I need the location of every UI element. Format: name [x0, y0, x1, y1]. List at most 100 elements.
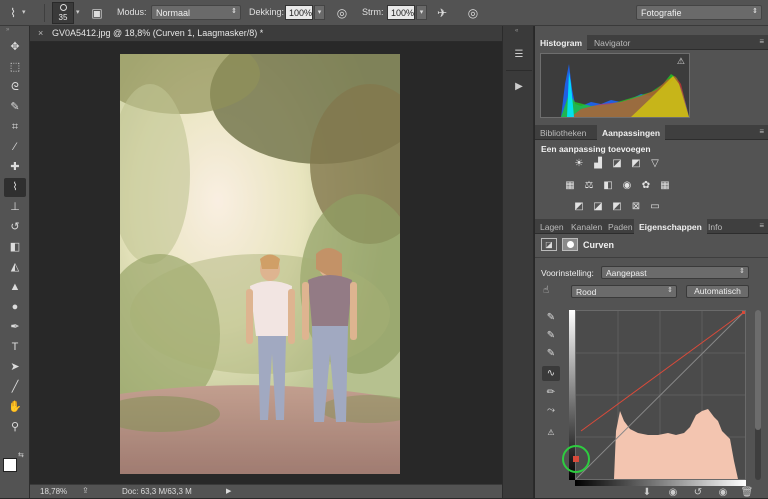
mode-select[interactable]: Normaal ⇕	[151, 5, 241, 20]
flow-field[interactable]: 100%	[387, 5, 415, 20]
stamp-tool-icon[interactable]: ⊥	[4, 198, 26, 217]
zoom-tool-icon[interactable]: ⚲	[4, 418, 26, 437]
scrollbar[interactable]	[755, 310, 761, 480]
panel-menu-icon[interactable]: ≡	[759, 127, 764, 136]
black-point-eyedropper-icon[interactable]: ✎	[542, 310, 560, 325]
line-tool-icon[interactable]: ╱	[4, 378, 26, 397]
reset-icon[interactable]: ↺	[690, 487, 706, 499]
view-previous-state-icon[interactable]: ◉	[665, 487, 681, 499]
black-white-icon[interactable]: ◧	[601, 180, 615, 192]
trash-icon[interactable]: 🗑	[739, 487, 755, 499]
tab-properties[interactable]: Eigenschappen	[634, 219, 707, 234]
swap-colors-icon[interactable]: ⇆	[18, 451, 24, 459]
control-point-highlight[interactable]	[562, 445, 590, 473]
curve-control-point[interactable]	[573, 456, 579, 462]
tab-libraries[interactable]: Bibliotheken	[535, 125, 591, 140]
tab-channels[interactable]: Kanalen	[566, 219, 607, 234]
posterize-icon[interactable]: ◪	[591, 201, 605, 213]
eyedropper-tool-icon[interactable]: ⁄	[4, 138, 26, 157]
clipping-warning-icon[interactable]: ⚠	[542, 425, 560, 440]
flow-dropdown-icon[interactable]: ▾	[416, 5, 427, 20]
photo-filter-icon[interactable]: ◉	[620, 180, 634, 192]
clip-to-layer-icon[interactable]: ⬇	[639, 487, 655, 499]
type-tool-icon[interactable]: T	[4, 338, 26, 357]
layer-mask-icon[interactable]	[562, 238, 578, 251]
opacity-label: Dekking:	[249, 7, 285, 17]
preset-select[interactable]: Aangepast ⇕	[601, 266, 749, 279]
auto-button[interactable]: Automatisch	[686, 285, 749, 298]
channel-select[interactable]: Rood ⇕	[571, 285, 677, 298]
document-tab[interactable]: × GV0A5412.jpg @ 18,8% (Curven 1, Laagma…	[30, 26, 502, 42]
smooth-curve-icon[interactable]: ⤳	[542, 403, 560, 418]
path-select-tool-icon[interactable]: ➤	[4, 358, 26, 377]
quick-select-tool-icon[interactable]: ✎	[4, 98, 26, 117]
history-brush-tool-icon[interactable]: ↺	[4, 218, 26, 237]
tab-layers[interactable]: Lagen	[535, 219, 569, 234]
panel-menu-icon[interactable]: ≡	[759, 221, 764, 230]
color-lookup-icon[interactable]: ▦	[658, 180, 672, 192]
pencil-draw-icon[interactable]: ✏	[542, 385, 560, 400]
bucket-tool-icon[interactable]: ◭	[4, 258, 26, 277]
brush-size-chevron-icon[interactable]: ▾	[76, 8, 80, 16]
workspace-select[interactable]: Fotografie ⇕	[636, 5, 762, 20]
zoom-level[interactable]: 18,78%	[40, 487, 67, 496]
pen-tool-icon[interactable]: ✒	[4, 318, 26, 337]
marquee-tool-icon[interactable]: ⬚	[4, 58, 26, 77]
brush-tool-icon[interactable]: ⌇	[4, 178, 26, 197]
share-icon[interactable]: ⇪	[82, 486, 89, 495]
tab-histogram[interactable]: Histogram	[535, 35, 588, 50]
document-photo[interactable]	[120, 54, 400, 474]
healing-tool-icon[interactable]: ✚	[4, 158, 26, 177]
curves-icon[interactable]: ◪	[610, 158, 624, 170]
brush-preset-icon[interactable]: ⌇	[4, 4, 22, 22]
white-point-eyedropper-icon[interactable]: ✎	[542, 346, 560, 361]
hand-tool-icon[interactable]: ✋	[4, 398, 26, 417]
exposure-icon[interactable]: ◩	[629, 158, 643, 170]
history-icon[interactable]: ☰	[508, 46, 530, 64]
eraser-tool-icon[interactable]: ◧	[4, 238, 26, 257]
dodge-tool-icon[interactable]: ●	[4, 298, 26, 317]
brush-size-picker[interactable]: 35	[52, 2, 74, 24]
scrollbar-thumb[interactable]	[755, 310, 761, 430]
brush-preset-chevron-icon[interactable]: ▾	[22, 8, 26, 16]
hue-saturation-icon[interactable]: ▦	[563, 180, 577, 192]
tab-navigator[interactable]: Navigator	[589, 35, 635, 50]
close-tab-icon[interactable]: ×	[38, 28, 43, 38]
visibility-icon[interactable]: ◉	[715, 487, 731, 499]
crop-tool-icon[interactable]: ⌗	[4, 118, 26, 137]
airbrush-icon[interactable]: ✈	[433, 4, 451, 22]
pressure-size-icon[interactable]: ◎	[464, 4, 482, 22]
separator	[506, 70, 532, 71]
gray-point-eyedropper-icon[interactable]: ✎	[542, 328, 560, 343]
curve-points-tool-icon[interactable]: ∿	[542, 366, 560, 381]
selective-color-icon[interactable]: ⊠	[629, 201, 643, 213]
invert-icon[interactable]: ◩	[572, 201, 586, 213]
opacity-field[interactable]: 100%	[285, 5, 313, 20]
curves-graph[interactable]	[575, 310, 746, 480]
color-balance-icon[interactable]: ⚖	[582, 180, 596, 192]
panel-menu-icon[interactable]: ≡	[759, 37, 764, 46]
tab-info[interactable]: Info	[703, 219, 727, 234]
on-image-adjust-icon[interactable]: ☝	[543, 285, 549, 296]
blur-tool-icon[interactable]: ▲	[4, 278, 26, 297]
vibrance-icon[interactable]: ▽	[648, 158, 662, 170]
brightness-contrast-icon[interactable]: ☀	[572, 158, 586, 170]
lasso-tool-icon[interactable]: ᘓ	[4, 78, 26, 97]
move-tool-icon[interactable]: ✥	[4, 38, 26, 57]
opacity-dropdown-icon[interactable]: ▾	[314, 5, 325, 20]
tab-adjustments[interactable]: Aanpassingen	[597, 125, 666, 140]
tab-paths[interactable]: Paden	[603, 219, 638, 234]
collapse-icon[interactable]: «	[515, 28, 518, 34]
gradient-map-icon[interactable]: ▭	[648, 201, 662, 213]
brush-panel-icon[interactable]: ▣	[88, 4, 106, 22]
status-menu-icon[interactable]: ▶	[226, 487, 231, 495]
foreground-color-swatch[interactable]	[3, 458, 17, 472]
actions-play-icon[interactable]: ▶	[508, 78, 530, 96]
threshold-icon[interactable]: ◩	[610, 201, 624, 213]
options-bar: ⌇ ▾ 35 ▾ ▣ Modus: Normaal ⇕ Dekking: 100…	[0, 0, 768, 26]
levels-icon[interactable]: ▟	[591, 158, 605, 170]
pressure-opacity-icon[interactable]: ◎	[333, 4, 351, 22]
channel-mixer-icon[interactable]: ✿	[639, 180, 653, 192]
warning-icon[interactable]: ⚠	[677, 56, 685, 67]
collapse-icon[interactable]: »	[6, 27, 24, 33]
